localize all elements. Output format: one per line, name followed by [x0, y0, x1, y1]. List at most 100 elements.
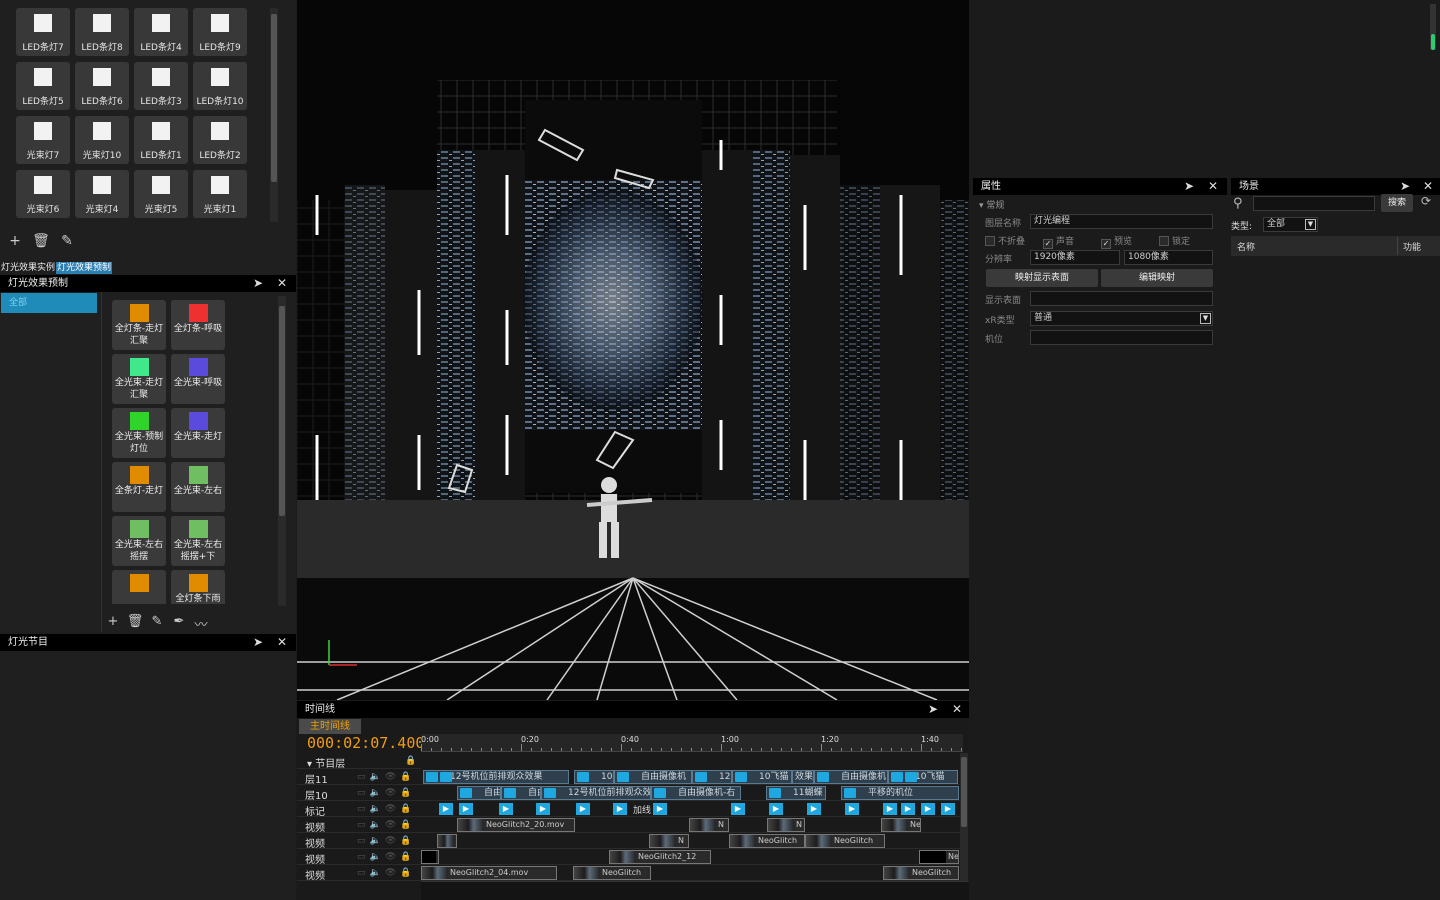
light-instance-tile[interactable]: LED条灯5 — [16, 62, 70, 110]
track-toggle-icons[interactable]: ▭🔈👁🔒 — [357, 868, 415, 878]
video-clip[interactable]: NeoGlitch — [805, 834, 885, 848]
resolution-width[interactable]: 1920像素 — [1030, 250, 1120, 265]
pin-icon[interactable]: ➤ — [250, 634, 266, 651]
track-header[interactable]: 层10 ▭🔈👁🔒 — [297, 785, 421, 802]
marker-play-icon[interactable]: ▶ — [769, 803, 783, 815]
top-right-scrollbar[interactable] — [1430, 4, 1436, 50]
chevron-down-icon[interactable]: ▼ — [1305, 219, 1316, 230]
video-clip[interactable]: NeoGlitch — [729, 834, 805, 848]
scroll-thumb[interactable] — [1431, 34, 1435, 50]
video-clip[interactable]: N — [767, 818, 805, 832]
time-ruler[interactable]: 0:00 0:20 0:40 1:00 1:20 1:40 — [421, 734, 963, 752]
track-group[interactable]: ▾ 节目层 🔒 — [297, 753, 421, 770]
light-instance-tile[interactable]: 光束灯6 — [16, 170, 70, 218]
search-button[interactable]: 搜索 — [1381, 194, 1413, 212]
timeline-scrollbar[interactable] — [960, 753, 968, 883]
delete-icon[interactable]: 🗑 — [126, 614, 144, 633]
preset-scrollbar[interactable] — [278, 296, 286, 606]
marker-play-icon[interactable]: ▶ — [901, 803, 915, 815]
marker-play-icon[interactable]: ▶ — [499, 803, 513, 815]
checkbox-sound[interactable]: ✓ 声音 — [1043, 234, 1074, 249]
category-all[interactable]: 全部 — [1, 293, 97, 313]
xr-type-select[interactable]: 普通 ▼ — [1030, 311, 1213, 326]
marker-play-icon[interactable]: ▶ — [807, 803, 821, 815]
track-toggle-icons[interactable]: ▭🔈👁🔒 — [357, 852, 415, 862]
stage-3d-viewport[interactable] — [297, 0, 969, 700]
edit-icon[interactable]: ✎ — [58, 233, 76, 249]
clip[interactable]: 自由 — [457, 786, 501, 800]
light-instance-tile[interactable]: LED条灯9 — [193, 8, 247, 56]
track-toggle-icons[interactable]: ▭🔈👁🔒 — [357, 788, 415, 798]
preset-tile[interactable] — [112, 570, 166, 604]
search-input[interactable] — [1253, 196, 1375, 211]
clip[interactable]: 效果 — [792, 770, 814, 784]
surface-field[interactable] — [1030, 291, 1213, 306]
track-header[interactable]: 标记 ▭🔈👁🔒 — [297, 801, 421, 818]
eyedropper-icon[interactable]: ✒ — [170, 614, 188, 633]
lock-icon[interactable]: 🔒 — [405, 756, 420, 766]
track-header[interactable]: 视频 ▭🔈👁🔒 — [297, 817, 421, 834]
video-clip[interactable] — [421, 850, 439, 864]
video-clip[interactable]: NeoGlitch2_04.mov — [421, 866, 557, 880]
preset-tile[interactable]: 全光束-呼吸 — [171, 354, 225, 404]
marker-play-icon[interactable]: ▶ — [459, 803, 473, 815]
tab-main-timeline[interactable]: 主时间线 — [299, 719, 361, 734]
marker-play-icon[interactable]: ▶ — [731, 803, 745, 815]
track-toggle-icons[interactable]: ▭🔈👁🔒 — [357, 820, 415, 830]
column-function[interactable]: 功能 — [1403, 240, 1421, 253]
wave-icon[interactable]: 〰 — [192, 614, 210, 633]
scroll-thumb[interactable] — [961, 757, 967, 827]
light-instance-tile[interactable]: LED条灯1 — [134, 116, 188, 164]
preset-tile[interactable]: 全光束-左右 — [171, 462, 225, 512]
light-instance-tile[interactable]: 光束灯4 — [75, 170, 129, 218]
add-icon[interactable]: + — [104, 614, 122, 633]
preset-tile[interactable]: 全光束-走灯 — [171, 408, 225, 458]
close-icon[interactable]: ✕ — [274, 275, 290, 292]
close-icon[interactable]: ✕ — [1420, 178, 1436, 195]
marker-play-icon[interactable]: ▶ — [941, 803, 955, 815]
track-toggle-icons[interactable]: ▭🔈👁🔒 — [357, 804, 415, 814]
resolution-height[interactable]: 1080像素 — [1124, 250, 1213, 265]
video-clip[interactable] — [437, 834, 457, 848]
clip[interactable]: 10飞猫 — [888, 770, 958, 784]
light-instance-tile[interactable]: LED条灯6 — [75, 62, 129, 110]
marker-play-icon[interactable]: ▶ — [613, 803, 627, 815]
clip[interactable]: 自由摄像机 — [814, 770, 888, 784]
video-clip[interactable]: NeoGlitch2_12 — [609, 850, 711, 864]
scroll-thumb[interactable] — [279, 306, 285, 516]
preset-tile[interactable]: 全光束-左右摇摆+下 — [171, 516, 225, 566]
lane-video-1[interactable]: NeoGlitch2_20.mov N N Ne — [421, 817, 961, 833]
pin-icon[interactable]: ➤ — [1181, 178, 1197, 195]
tab-light-instances[interactable]: 灯光效果实例 — [0, 262, 57, 274]
section-general[interactable]: ▾ 常规 — [979, 198, 1004, 211]
preset-tile[interactable]: 全灯条-走灯汇聚 — [112, 300, 166, 350]
close-icon[interactable]: ✕ — [274, 634, 290, 651]
light-instance-tile[interactable]: LED条灯8 — [75, 8, 129, 56]
track-header[interactable]: 层11 ▭🔈👁🔒 — [297, 769, 421, 786]
preset-tile[interactable]: 全光束-走灯汇聚 — [112, 354, 166, 404]
marker-play-icon[interactable]: ▶ — [439, 803, 453, 815]
clip[interactable]: 11蝴蝶 — [766, 786, 826, 800]
edit-mapping-button[interactable]: 编辑映射 — [1101, 269, 1213, 287]
marker-play-icon[interactable]: ▶ — [883, 803, 897, 815]
pin-icon[interactable]: ➤ — [250, 275, 266, 292]
track-header[interactable]: 视频 ▭🔈👁🔒 — [297, 849, 421, 866]
light-instance-tile[interactable]: LED条灯2 — [193, 116, 247, 164]
marker-play-icon[interactable]: ▶ — [845, 803, 859, 815]
clip[interactable]: 12号机位前排观众效果 — [541, 786, 651, 800]
lane-video-4[interactable]: NeoGlitch2_04.mov NeoGlitch NeoGlitch — [421, 865, 961, 881]
track-toggle-icons[interactable]: ▭🔈👁🔒 — [357, 836, 415, 846]
tab-light-presets[interactable]: 灯光效果预制 — [56, 262, 113, 274]
delete-icon[interactable]: 🗑 — [32, 233, 50, 249]
preset-tile[interactable]: 全灯条下雨 — [171, 570, 225, 604]
clip[interactable]: 12号 — [692, 770, 732, 784]
lane-marks[interactable]: 加线 ▶ ▶ ▶ ▶ ▶ ▶ ▶ ▶ ▶ ▶ ▶ ▶ ▶ ▶ ▶ — [421, 801, 961, 817]
lane-layer11[interactable]: 12号机位前排观众效果 10 自由摄像机 12号 10飞猫 效果 自由摄像机 1… — [421, 769, 961, 785]
video-clip[interactable]: N — [649, 834, 689, 848]
edit-icon[interactable]: ✎ — [148, 614, 166, 633]
camera-field[interactable] — [1030, 330, 1213, 345]
preset-tile[interactable]: 全条灯-走灯 — [112, 462, 166, 512]
track-header[interactable]: 视频 ▭🔈👁🔒 — [297, 865, 421, 882]
layer-name-field[interactable]: 灯光编程 — [1030, 214, 1213, 229]
marker-play-icon[interactable]: ▶ — [921, 803, 935, 815]
